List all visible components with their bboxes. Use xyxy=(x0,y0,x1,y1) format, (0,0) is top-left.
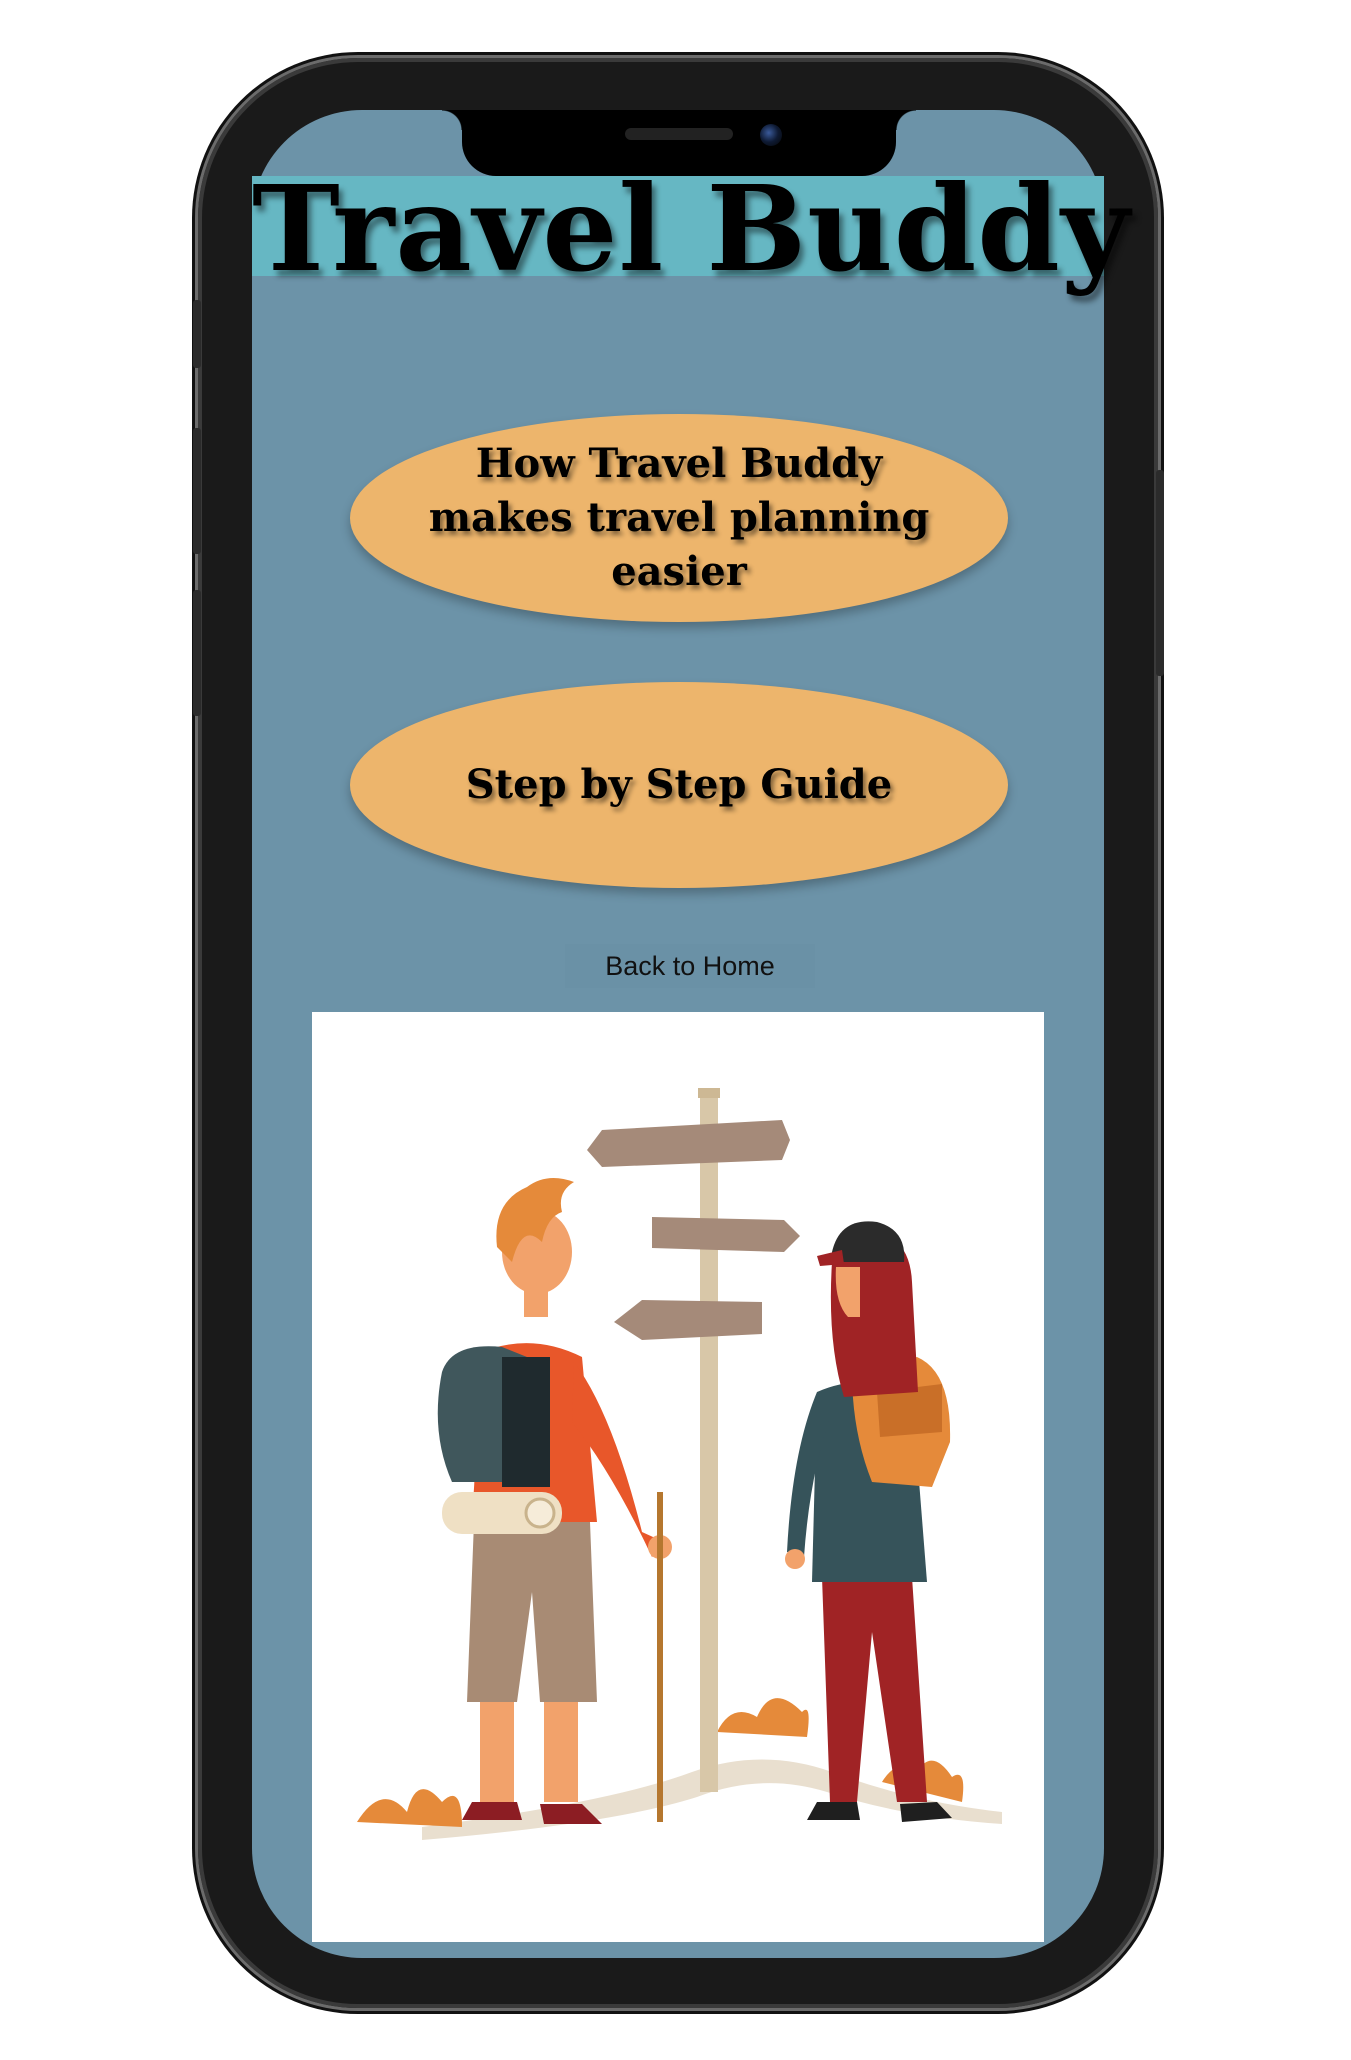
front-camera-icon xyxy=(760,124,782,146)
notch xyxy=(462,110,896,176)
power-button xyxy=(1156,470,1164,676)
volume-down-button xyxy=(193,590,201,716)
how-it-works-label: How Travel Buddy makes travel planning e… xyxy=(428,440,930,595)
step-by-step-guide-label: Step by Step Guide xyxy=(465,761,893,808)
speaker-grille xyxy=(625,128,733,140)
notch-corner-right xyxy=(896,110,916,130)
stage: Travel Buddy How Travel Buddy makes trav… xyxy=(0,0,1351,2060)
hikers-illustration xyxy=(312,1012,1044,1942)
how-it-works-button[interactable]: How Travel Buddy makes travel planning e… xyxy=(350,414,1008,622)
volume-up-button xyxy=(193,428,201,554)
notch-corner-left xyxy=(442,110,462,130)
mute-switch xyxy=(193,300,201,368)
app-title: Travel Buddy xyxy=(252,159,1131,298)
step-by-step-guide-button[interactable]: Step by Step Guide xyxy=(350,682,1008,888)
back-to-home-button[interactable]: Back to Home xyxy=(565,944,815,988)
hikers-at-signpost-icon xyxy=(357,1088,1002,1840)
